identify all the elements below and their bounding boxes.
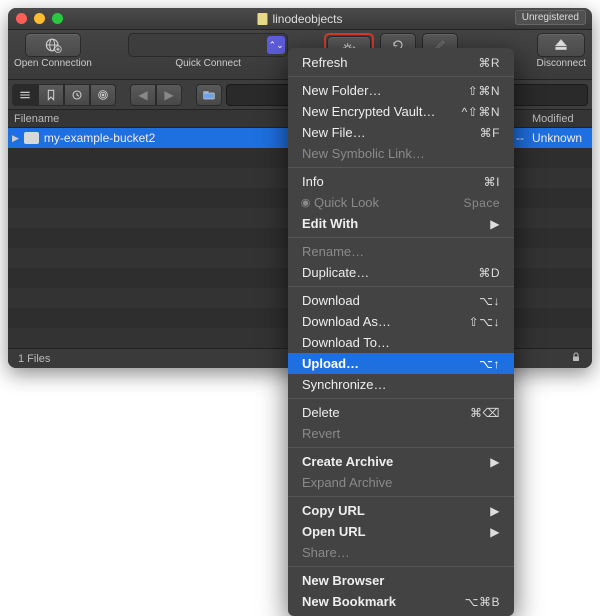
- menu-separator: [288, 76, 514, 77]
- document-icon: [257, 13, 267, 25]
- clock-icon: [69, 87, 85, 103]
- menu-separator: [288, 496, 514, 497]
- action-context-menu: Refresh⌘R New Folder…⇧⌘N New Encrypted V…: [288, 48, 514, 616]
- eject-icon: [552, 36, 570, 54]
- menu-open-url[interactable]: Open URL▶: [288, 521, 514, 542]
- menu-info[interactable]: Info⌘I: [288, 171, 514, 192]
- menu-separator: [288, 398, 514, 399]
- lock-icon[interactable]: [570, 351, 582, 366]
- menu-duplicate[interactable]: Duplicate…⌘D: [288, 262, 514, 283]
- menu-share: Share…: [288, 542, 514, 563]
- quick-connect-combo[interactable]: ⌃⌄: [128, 33, 288, 57]
- menu-edit-with[interactable]: Edit With▶: [288, 213, 514, 234]
- drive-icon: [24, 132, 39, 144]
- titlebar: linodeobjects Unregistered: [8, 8, 592, 30]
- view-list-button[interactable]: [12, 84, 38, 106]
- row-modified: Unknown: [532, 131, 592, 145]
- close-window-button[interactable]: [16, 13, 27, 24]
- view-history-button[interactable]: [64, 84, 90, 106]
- menu-download-to[interactable]: Download To…: [288, 332, 514, 353]
- menu-new-encrypted-vault[interactable]: New Encrypted Vault…^⇧⌘N: [288, 101, 514, 122]
- chevron-updown-icon: ⌃⌄: [267, 36, 285, 54]
- menu-create-archive[interactable]: Create Archive▶: [288, 451, 514, 472]
- menu-upload[interactable]: Upload…⌥↑: [288, 353, 514, 374]
- go-up-button[interactable]: [196, 84, 222, 106]
- minimize-window-button[interactable]: [34, 13, 45, 24]
- view-bookmarks-button[interactable]: [38, 84, 64, 106]
- window-title: linodeobjects: [272, 12, 342, 26]
- menu-copy-url[interactable]: Copy URL▶: [288, 500, 514, 521]
- menu-rename: Rename…: [288, 241, 514, 262]
- zoom-window-button[interactable]: [52, 13, 63, 24]
- menu-delete[interactable]: Delete⌘⌫: [288, 402, 514, 423]
- menu-new-symbolic-link: New Symbolic Link…: [288, 143, 514, 164]
- list-icon: [17, 87, 33, 103]
- chevron-left-icon: ◀: [138, 88, 147, 102]
- column-modified[interactable]: Modified: [532, 113, 592, 125]
- menu-synchronize[interactable]: Synchronize…: [288, 374, 514, 395]
- submenu-arrow-icon: ▶: [490, 217, 500, 231]
- disconnect-button[interactable]: [537, 33, 585, 57]
- file-count-label: 1 Files: [18, 353, 50, 365]
- menu-separator: [288, 566, 514, 567]
- nav-back-button[interactable]: ◀: [130, 84, 156, 106]
- menu-separator: [288, 286, 514, 287]
- view-bonjour-button[interactable]: [90, 84, 116, 106]
- chevron-right-icon: ▶: [164, 88, 173, 102]
- menu-download-as[interactable]: Download As…⇧⌥↓: [288, 311, 514, 332]
- menu-new-folder[interactable]: New Folder…⇧⌘N: [288, 80, 514, 101]
- eye-icon: ◉: [298, 196, 313, 209]
- submenu-arrow-icon: ▶: [490, 455, 500, 469]
- menu-separator: [288, 237, 514, 238]
- menu-separator: [288, 167, 514, 168]
- unregistered-badge[interactable]: Unregistered: [515, 10, 586, 25]
- nav-forward-button[interactable]: ▶: [156, 84, 182, 106]
- open-connection-label: Open Connection: [14, 58, 92, 69]
- globe-plus-icon: [43, 35, 63, 55]
- folder-up-icon: [201, 87, 217, 103]
- menu-expand-archive: Expand Archive: [288, 472, 514, 493]
- menu-quick-look: ◉Quick LookSpace: [288, 192, 514, 213]
- window-controls: [16, 13, 63, 24]
- quick-connect-label: Quick Connect: [175, 58, 241, 69]
- menu-refresh[interactable]: Refresh⌘R: [288, 52, 514, 73]
- disconnect-label: Disconnect: [537, 58, 586, 69]
- signal-icon: [95, 87, 111, 103]
- submenu-arrow-icon: ▶: [490, 504, 500, 518]
- bookmark-icon: [43, 87, 59, 103]
- menu-download[interactable]: Download⌥↓: [288, 290, 514, 311]
- menu-revert: Revert: [288, 423, 514, 444]
- open-connection-button[interactable]: [25, 33, 81, 57]
- menu-separator: [288, 447, 514, 448]
- menu-new-file[interactable]: New File…⌘F: [288, 122, 514, 143]
- submenu-arrow-icon: ▶: [490, 525, 500, 539]
- disclosure-triangle-icon[interactable]: ▶: [12, 133, 19, 144]
- menu-new-bookmark[interactable]: New Bookmark⌥⌘B: [288, 591, 514, 612]
